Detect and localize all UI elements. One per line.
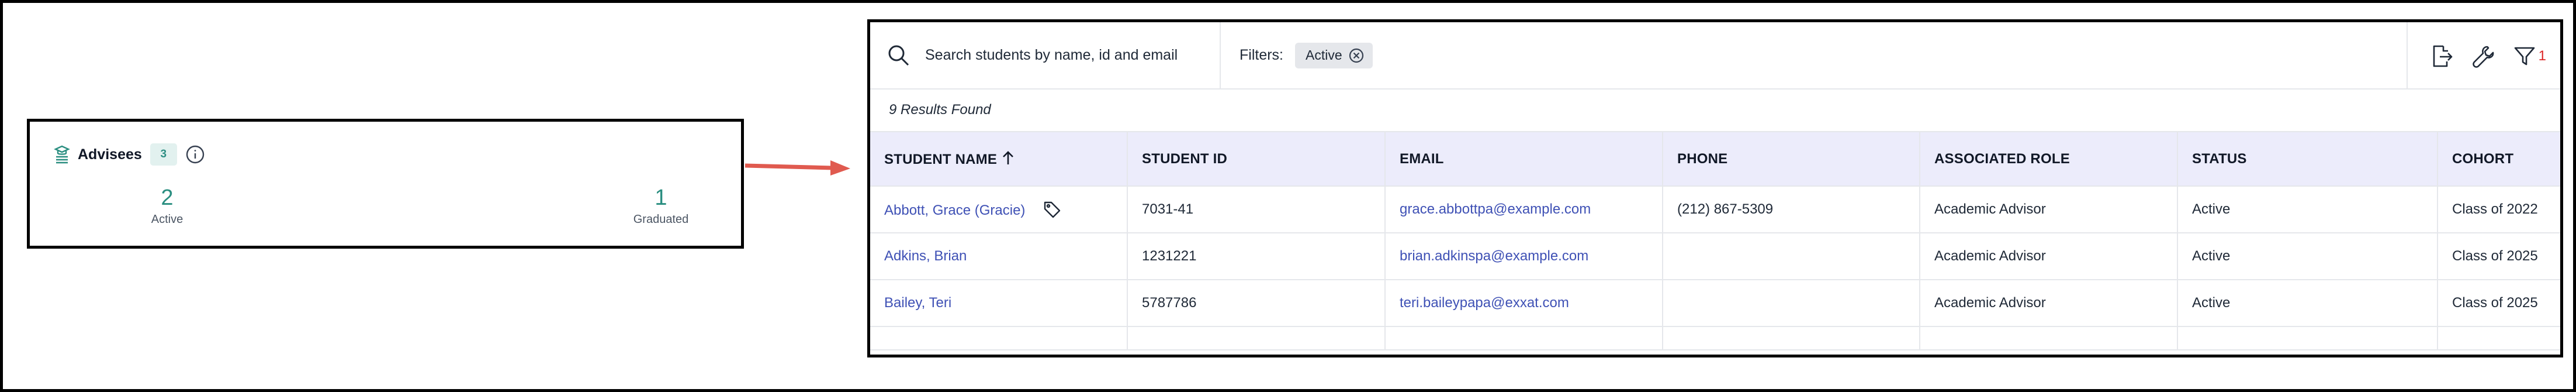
toolbar: Filters: Active	[870, 22, 2560, 90]
empty-cell	[1385, 326, 1663, 350]
student-id-cell: 1231221	[1127, 233, 1386, 280]
stat-graduated-label: Graduated	[633, 213, 689, 226]
students-panel: Filters: Active	[867, 19, 2563, 357]
students-table: STUDENT NAME STUDENT ID EMAIL PHONE ASSO…	[870, 132, 2560, 350]
filters-label: Filters:	[1239, 47, 1283, 63]
col-header-email[interactable]: EMAIL	[1385, 132, 1663, 187]
advisees-card: Advisees 3 2 Active 1 Graduated	[27, 119, 744, 249]
email-link[interactable]: brian.adkinspa@example.com	[1385, 233, 1663, 280]
filter-icon	[2514, 47, 2535, 65]
cohort-cell: Class of 2022	[2437, 186, 2560, 233]
student-name-cell[interactable]: Bailey, Teri	[870, 280, 1128, 327]
status-cell: Active	[2177, 233, 2438, 280]
info-icon[interactable]	[185, 145, 205, 164]
col-header-cohort[interactable]: COHORT	[2437, 132, 2560, 187]
col-header-associated-role[interactable]: ASSOCIATED ROLE	[1920, 132, 2178, 187]
filter-chip-label: Active	[1306, 47, 1342, 63]
close-icon[interactable]	[1348, 47, 1365, 64]
empty-cell	[1920, 326, 2178, 350]
table-row[interactable]: Abbott, Grace (Gracie) 7031-41 grace.abb…	[870, 186, 2560, 233]
search-input[interactable]	[925, 47, 1217, 64]
table-row[interactable]: Bailey, Teri 5787786 teri.baileypapa@exx…	[870, 280, 2560, 327]
empty-cell	[1127, 326, 1386, 350]
empty-cell	[2437, 326, 2560, 350]
email-link[interactable]: teri.baileypapa@exxat.com	[1385, 280, 1663, 327]
table-header-row: STUDENT NAME STUDENT ID EMAIL PHONE ASSO…	[870, 132, 2560, 187]
role-cell: Academic Advisor	[1920, 280, 2178, 327]
search-icon	[887, 43, 911, 68]
phone-cell: (212) 867-5309	[1663, 186, 1920, 233]
stat-active-value: 2	[161, 185, 174, 210]
student-name-link[interactable]: Adkins, Brian	[884, 248, 967, 264]
student-name-link[interactable]: Bailey, Teri	[884, 295, 951, 311]
student-id-cell: 5787786	[1127, 280, 1386, 327]
col-header-student-name[interactable]: STUDENT NAME	[870, 132, 1128, 187]
wrench-icon[interactable]	[2471, 43, 2497, 69]
sort-ascending-icon[interactable]	[1002, 150, 1015, 166]
student-name-link[interactable]: Abbott, Grace (Gracie)	[884, 202, 1025, 218]
col-header-status[interactable]: STATUS	[2177, 132, 2438, 187]
student-id-cell: 7031-41	[1127, 186, 1386, 233]
filter-button[interactable]: 1	[2513, 44, 2546, 68]
filter-count-badge: 1	[2538, 47, 2546, 64]
results-count: 9 Results Found	[889, 102, 991, 118]
toolbar-actions: 1	[2406, 22, 2560, 90]
col-header-phone[interactable]: PHONE	[1663, 132, 1920, 187]
phone-cell	[1663, 233, 1920, 280]
right-arrow-icon	[745, 160, 850, 176]
table-row-partial	[870, 326, 2560, 350]
stat-graduated[interactable]: 1 Graduated	[605, 186, 716, 226]
filters-area: Filters: Active	[1221, 22, 1373, 89]
stat-graduated-value: 1	[655, 185, 667, 210]
phone-cell	[1663, 280, 1920, 327]
role-cell: Academic Advisor	[1920, 233, 2178, 280]
export-icon[interactable]	[2429, 43, 2454, 69]
empty-cell	[870, 326, 1128, 350]
col-header-label: STUDENT NAME	[884, 151, 998, 167]
status-cell: Active	[2177, 280, 2438, 327]
stat-active-label: Active	[151, 213, 183, 226]
advisees-icon	[53, 145, 71, 164]
role-cell: Academic Advisor	[1920, 186, 2178, 233]
email-link[interactable]: grace.abbottpa@example.com	[1385, 186, 1663, 233]
advisees-count-badge: 3	[150, 143, 177, 166]
table-row[interactable]: Adkins, Brian 1231221 brian.adkinspa@exa…	[870, 233, 2560, 280]
advisees-header: Advisees 3	[53, 143, 205, 166]
col-header-student-id[interactable]: STUDENT ID	[1127, 132, 1386, 187]
filter-chip-active[interactable]: Active	[1295, 42, 1373, 68]
cohort-cell: Class of 2025	[2437, 233, 2560, 280]
search-box[interactable]	[870, 22, 1221, 89]
stat-active[interactable]: 2 Active	[112, 186, 223, 226]
advisees-title: Advisees	[78, 146, 142, 163]
empty-cell	[2177, 326, 2438, 350]
tag-icon[interactable]	[1043, 200, 1061, 219]
cohort-cell: Class of 2025	[2437, 280, 2560, 327]
empty-cell	[1663, 326, 1920, 350]
student-name-cell[interactable]: Adkins, Brian	[870, 233, 1128, 280]
student-name-cell[interactable]: Abbott, Grace (Gracie)	[870, 186, 1128, 233]
status-cell: Active	[2177, 186, 2438, 233]
